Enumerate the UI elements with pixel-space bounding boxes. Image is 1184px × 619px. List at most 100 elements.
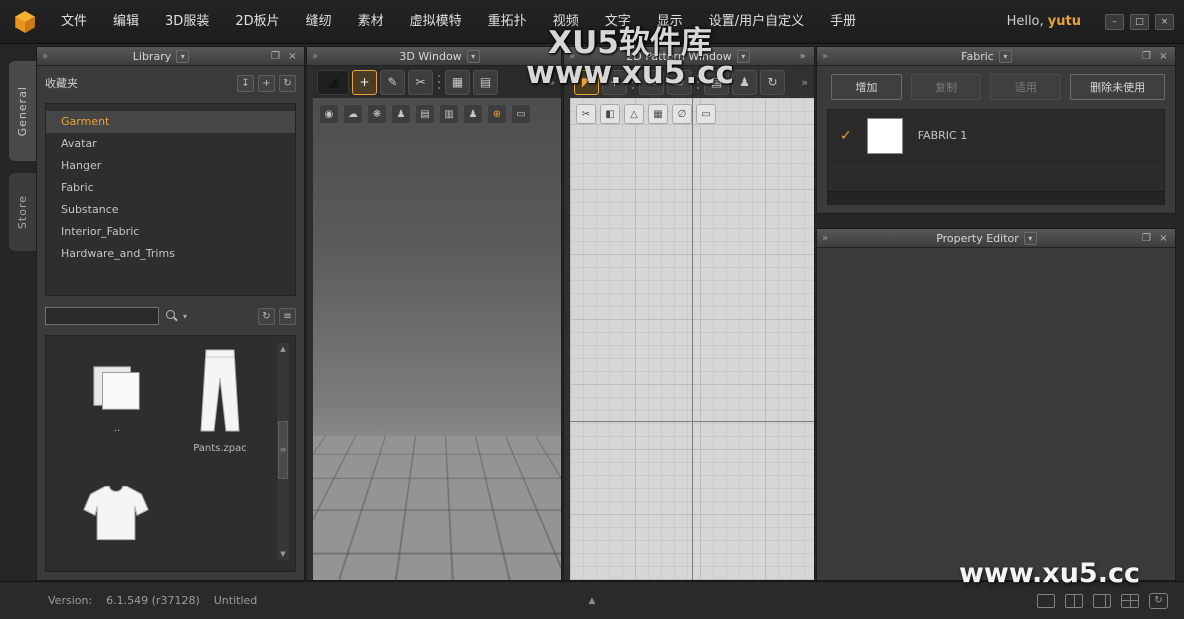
collapse-icon[interactable]: » (564, 51, 580, 62)
menu-manual[interactable]: 手册 (817, 0, 869, 44)
refresh-icon[interactable]: ↻ (279, 74, 296, 92)
popout-icon[interactable]: ❐ (269, 51, 282, 62)
simulate-icon[interactable]: ◢ (317, 69, 349, 95)
expand-panel-icon[interactable]: ▲ (589, 596, 596, 606)
show-notch-icon[interactable]: ∅ (672, 104, 692, 124)
library-item-fabric[interactable]: Fabric (46, 177, 295, 199)
check-icon[interactable]: ✓ (840, 128, 852, 144)
layout-single-icon[interactable] (1037, 593, 1055, 608)
fabric-delete-unused-button[interactable]: 删除未使用 (1070, 74, 1165, 100)
menu-2d-pattern[interactable]: 2D板片 (222, 0, 292, 44)
show-grid-icon[interactable]: ▦ (648, 104, 668, 124)
scrollbar-thumb[interactable]: ≡ (278, 420, 288, 479)
chevron-down-icon[interactable]: ▾ (176, 49, 190, 63)
menu-file[interactable]: 文件 (48, 0, 100, 44)
fabric-add-button[interactable]: 增加 (831, 74, 902, 100)
collapse-icon[interactable]: » (817, 233, 833, 244)
tape-measure-icon[interactable]: ▭ (511, 104, 531, 124)
add-point-icon[interactable]: ✎ (639, 69, 664, 95)
library-3d-icon[interactable]: ▥ (439, 104, 459, 124)
polygon-icon[interactable]: ▱ (667, 69, 692, 95)
show-avatar-icon[interactable]: ♟ (391, 104, 411, 124)
avatar-display-icon[interactable]: ♟ (463, 104, 483, 124)
menu-settings[interactable]: 设置/用户自定义 (696, 0, 817, 44)
app-logo-icon[interactable] (12, 9, 38, 35)
close-icon[interactable]: × (286, 51, 299, 62)
transform-pattern-icon[interactable]: ◤ (574, 69, 599, 95)
close-button[interactable]: × (1155, 13, 1174, 30)
scroll-down-icon[interactable]: ▼ (280, 548, 285, 560)
chevron-down-icon[interactable]: ▾ (1023, 231, 1037, 245)
pants-file-item[interactable]: Pants.zpac (172, 348, 268, 454)
select-move-icon[interactable]: + (352, 69, 377, 95)
library-item-avatar[interactable]: Avatar (46, 133, 295, 155)
sewing-3d-icon[interactable]: ✂ (408, 69, 433, 95)
minimize-button[interactable]: – (1105, 13, 1124, 30)
layout-reset-icon[interactable]: ↻ (1149, 592, 1168, 609)
library-item-hardware-trims[interactable]: Hardware_and_Trims (46, 243, 295, 265)
show-garment-icon[interactable]: ◉ (319, 104, 339, 124)
layout-split-icon[interactable] (1065, 593, 1083, 608)
arrangement-icon[interactable]: ▦ (445, 69, 470, 95)
close-icon[interactable]: × (1157, 233, 1170, 244)
close-icon[interactable]: × (1157, 51, 1170, 62)
3d-viewport[interactable]: ◢ + ✎ ✂ ▦ ▤ » ◉ ☁ ❋ ♟ ▤ ▥ ♟ ⊕ ▭ (313, 66, 561, 580)
add-favorite-icon[interactable]: + (258, 74, 275, 92)
popout-icon[interactable]: ❐ (1140, 233, 1153, 244)
popout-icon[interactable]: ❐ (1140, 51, 1153, 62)
maximize-button[interactable]: □ (1130, 13, 1149, 30)
menu-edit[interactable]: 编辑 (100, 0, 152, 44)
show-grain-icon[interactable]: △ (624, 104, 644, 124)
menu-display[interactable]: 显示 (644, 0, 696, 44)
chevron-down-icon[interactable]: ▾ (736, 49, 750, 63)
scroll-up-icon[interactable]: ▲ (280, 343, 285, 355)
fabric-list-item[interactable]: ✓ FABRIC 1 (828, 110, 1164, 162)
menu-sewing[interactable]: 缝纫 (293, 0, 345, 44)
layout-sidebar-icon[interactable] (1093, 593, 1111, 608)
menu-retopology[interactable]: 重拓扑 (475, 0, 540, 44)
download-icon[interactable]: ↧ (237, 74, 254, 92)
menu-text[interactable]: 文字 (592, 0, 644, 44)
overflow-3d-icon[interactable]: » (546, 76, 557, 89)
tab-store[interactable]: Store (9, 173, 36, 251)
library-item-interior-fabric[interactable]: Interior_Fabric (46, 221, 295, 243)
menu-avatar[interactable]: 虚拟模特 (397, 0, 475, 44)
library-item-garment[interactable]: Garment (46, 111, 295, 133)
scrollbar-track[interactable]: ≡ (277, 355, 289, 548)
folder-up-item[interactable]: .. (72, 362, 162, 434)
folder-3d-icon[interactable]: ▤ (415, 104, 435, 124)
view-mode-icon[interactable]: ≡ (279, 307, 296, 325)
collapse-right-icon[interactable]: » (796, 51, 809, 62)
show-sewing-icon[interactable]: ✂ (576, 104, 596, 124)
fabric-copy-button[interactable]: 复制 (910, 74, 982, 100)
username-link[interactable]: yutu (1048, 14, 1081, 29)
search-input[interactable] (45, 307, 159, 325)
menu-material[interactable]: 素材 (345, 0, 397, 44)
avatar-2d-icon[interactable]: ♟ (732, 69, 757, 95)
collapse-icon[interactable]: » (307, 51, 323, 62)
library-item-hanger[interactable]: Hanger (46, 155, 295, 177)
globe-icon[interactable]: ⊕ (487, 104, 507, 124)
chevron-down-icon[interactable]: ▾ (998, 49, 1012, 63)
chevron-down-icon[interactable]: ▾ (466, 49, 480, 63)
menu-video[interactable]: 视频 (540, 0, 592, 44)
shirt-file-item[interactable] (68, 482, 164, 548)
collapse-icon[interactable]: » (817, 51, 833, 62)
show-particle-icon[interactable]: ❋ (367, 104, 387, 124)
overflow-2d-icon[interactable]: » (799, 76, 810, 89)
layout-quad-icon[interactable] (1121, 593, 1139, 608)
search-icon[interactable] (164, 309, 178, 323)
search-options-icon[interactable]: ▾ (183, 312, 187, 321)
reload-icon[interactable]: ↻ (258, 307, 275, 325)
folder-2d-icon[interactable]: ▤ (704, 69, 729, 95)
fabric-apply-button[interactable]: 适用 (990, 74, 1062, 100)
show-shrink-icon[interactable]: ◧ (600, 104, 620, 124)
file-browser-scrollbar[interactable]: ▲ ≡ ▼ (276, 342, 290, 561)
show-measure-icon[interactable]: ▭ (696, 104, 716, 124)
show-cloth-icon[interactable]: ☁ (343, 104, 363, 124)
fabric-swatch[interactable] (866, 117, 903, 154)
library-item-substance[interactable]: Substance (46, 199, 295, 221)
sync-2d-icon[interactable]: ↻ (760, 69, 785, 95)
edit-pattern-icon[interactable]: + (602, 69, 627, 95)
menu-3d-garment[interactable]: 3D服装 (152, 0, 222, 44)
